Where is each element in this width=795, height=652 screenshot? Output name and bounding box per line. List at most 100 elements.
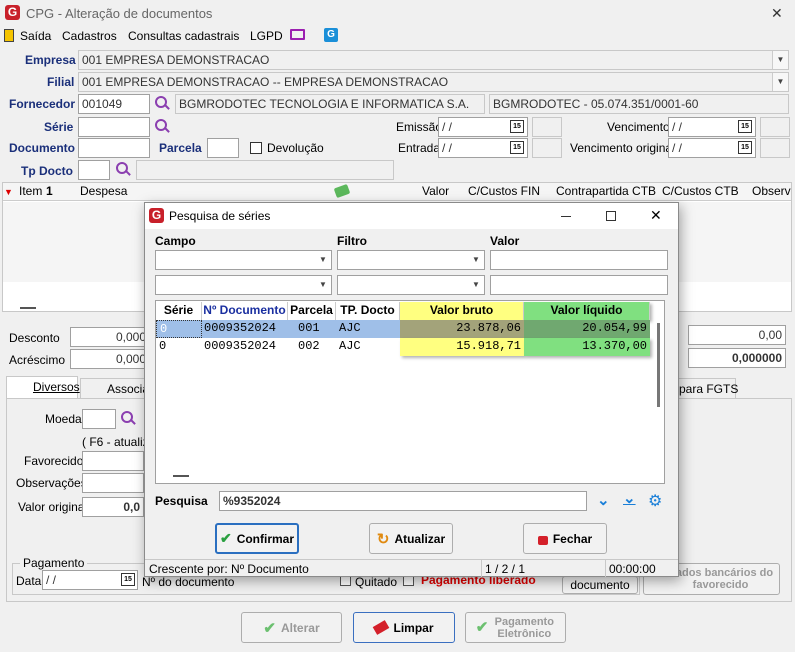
atualizar-button[interactable]: ↻ Atualizar: [369, 523, 453, 554]
tpdocto-search-icon[interactable]: [116, 162, 131, 177]
entrada-calendar-icon[interactable]: 15: [510, 141, 524, 154]
tab-fgts[interactable]: para FGTS: [676, 378, 738, 398]
observacoes-input[interactable]: [82, 473, 144, 493]
table-row[interactable]: 0 0009352024 001 AJC 23.878,06 20.054,99: [156, 320, 650, 338]
minimize-icon[interactable]: [561, 216, 571, 217]
fornecedor-search-icon[interactable]: [155, 96, 170, 111]
f6-text: ( F6 - atualiz: [82, 435, 149, 449]
filtro-select-2[interactable]: [337, 275, 485, 295]
documento-button[interactable]: documento: [562, 576, 638, 594]
campo-dropdown-icon-1[interactable]: ▼: [315, 251, 331, 269]
valor-input-1[interactable]: [490, 250, 668, 270]
total-value-2: 0,000000: [688, 348, 786, 368]
col-header-documento[interactable]: Nº Documento: [202, 302, 288, 320]
empresa-label: Empresa: [25, 53, 76, 67]
confirmar-button[interactable]: ✔ Confirmar: [215, 523, 299, 554]
cell-serie: 0: [156, 320, 202, 338]
valor-input-2[interactable]: [490, 275, 668, 295]
col-header-valor-liquido[interactable]: Valor líquido: [524, 302, 650, 320]
menu-consultas-cadastrais[interactable]: Consultas cadastrais: [128, 29, 239, 43]
alterar-button[interactable]: ✔ Alterar: [241, 612, 342, 643]
expand-all-icon[interactable]: ⌄: [623, 489, 636, 507]
serie-input[interactable]: [78, 117, 150, 137]
documento-input[interactable]: [78, 138, 150, 158]
grid-header-valor[interactable]: Valor: [422, 184, 449, 201]
title-bar: G CPG - Alteração de documentos ✕: [0, 0, 795, 26]
campo-select-2[interactable]: [155, 275, 332, 295]
grid-header-ccustos-ctb[interactable]: C/Custos CTB: [662, 184, 739, 201]
grid-scroll-indicator[interactable]: [20, 307, 36, 309]
campo-dropdown-icon-2[interactable]: ▼: [315, 276, 331, 294]
acrescimo-input[interactable]: 0,000: [70, 349, 150, 369]
desconto-input[interactable]: 0,000: [70, 327, 150, 347]
filtro-dropdown-icon-1[interactable]: ▼: [468, 251, 484, 269]
fornecedor-label: Fornecedor: [9, 97, 76, 111]
tab-diversos[interactable]: Diversos: [6, 376, 80, 398]
pagamento-label: Pagamento: [20, 556, 88, 570]
menu-saida[interactable]: Saída: [20, 29, 51, 43]
grid-header-observ[interactable]: Observ: [752, 184, 791, 201]
venc-original-calendar-icon[interactable]: 15: [738, 141, 752, 154]
devolucao-checkbox[interactable]: [250, 142, 262, 154]
tpdocto-input[interactable]: [78, 160, 110, 180]
empresa-select[interactable]: 001 EMPRESA DEMONSTRACAO: [78, 50, 789, 70]
col-header-tpdocto[interactable]: TP. Docto: [336, 302, 400, 320]
col-header-serie[interactable]: Série: [156, 302, 202, 320]
limpar-button[interactable]: Limpar: [353, 612, 455, 643]
close-icon[interactable]: ✕: [771, 5, 783, 22]
favorecido-input[interactable]: [82, 451, 144, 471]
grid-header-ccustos-fin[interactable]: C/Custos FIN: [468, 184, 540, 201]
results-hscroll[interactable]: [173, 475, 189, 477]
pesquisa-input[interactable]: %9352024: [219, 491, 587, 511]
status-time: 00:00:00: [609, 562, 656, 576]
dialog-close-icon[interactable]: ✕: [650, 207, 662, 224]
grid-header-item[interactable]: Item: [19, 184, 42, 201]
fechar-button[interactable]: Fechar: [523, 523, 607, 554]
status-page: 1 / 2 / 1: [485, 562, 526, 576]
cell-bruto: 15.918,71: [400, 338, 524, 356]
cell-parcela: 002: [298, 339, 320, 353]
desconto-label: Desconto: [9, 331, 60, 345]
empresa-dropdown-icon[interactable]: ▼: [772, 51, 788, 69]
filial-dropdown-icon[interactable]: ▼: [772, 73, 788, 91]
campo-select-1[interactable]: [155, 250, 332, 270]
check-icon-2: ✔: [475, 618, 489, 636]
table-row[interactable]: 0 0009352024 002 AJC 15.918,71 13.370,00: [156, 338, 650, 356]
monitor-icon[interactable]: [290, 29, 305, 40]
serie-search-icon[interactable]: [155, 119, 170, 134]
col-header-valor-bruto[interactable]: Valor bruto: [400, 302, 524, 320]
pagamento-calendar-icon[interactable]: 15: [121, 573, 135, 586]
col-header-parcela[interactable]: Parcela: [288, 302, 336, 320]
valor-original-input[interactable]: 0,0: [82, 497, 144, 517]
g-icon[interactable]: G: [324, 28, 338, 42]
venc-original-label: Vencimento original: [570, 141, 675, 155]
filtro-dropdown-icon-2[interactable]: ▼: [468, 276, 484, 294]
menu-cadastros[interactable]: Cadastros: [62, 29, 117, 43]
emissao-calendar-icon[interactable]: 15: [510, 120, 524, 133]
eraser-icon: [373, 620, 390, 635]
filtro-label: Filtro: [337, 234, 367, 248]
fornecedor-code-input[interactable]: 001049: [78, 94, 150, 114]
gear-icon[interactable]: ⚙: [648, 491, 662, 511]
filtro-select-1[interactable]: [337, 250, 485, 270]
fornecedor-cnpj: BGMRODOTEC - 05.074.351/0001-60: [489, 94, 789, 114]
cell-documento: 0009352024: [204, 339, 277, 353]
moeda-input[interactable]: [82, 409, 116, 429]
cell-serie: 0: [159, 339, 167, 353]
expand-down-icon[interactable]: ⌄: [597, 491, 610, 509]
results-scrollbar[interactable]: [657, 323, 660, 407]
valor-label: Valor: [490, 234, 520, 248]
parcela-input[interactable]: [207, 138, 239, 158]
moeda-search-icon[interactable]: [121, 411, 136, 426]
maximize-icon[interactable]: [606, 211, 616, 221]
vencimento-calendar-icon[interactable]: 15: [738, 120, 752, 133]
menu-lgpd[interactable]: LGPD: [250, 29, 283, 43]
cell-parcela: 001: [288, 320, 336, 338]
tab-associa[interactable]: Associa: [80, 378, 149, 398]
grid-header-contrapartida[interactable]: Contrapartida CTB: [556, 184, 656, 201]
grid-header-despesa[interactable]: Despesa: [80, 184, 127, 201]
serie-label: Série: [44, 120, 74, 134]
filial-select[interactable]: 001 EMPRESA DEMONSTRACAO -- EMPRESA DEMO…: [78, 72, 789, 92]
pagamento-eletronico-button[interactable]: ✔ Pagamento Eletrônico: [465, 612, 566, 643]
atualizar-label: Atualizar: [394, 531, 446, 546]
